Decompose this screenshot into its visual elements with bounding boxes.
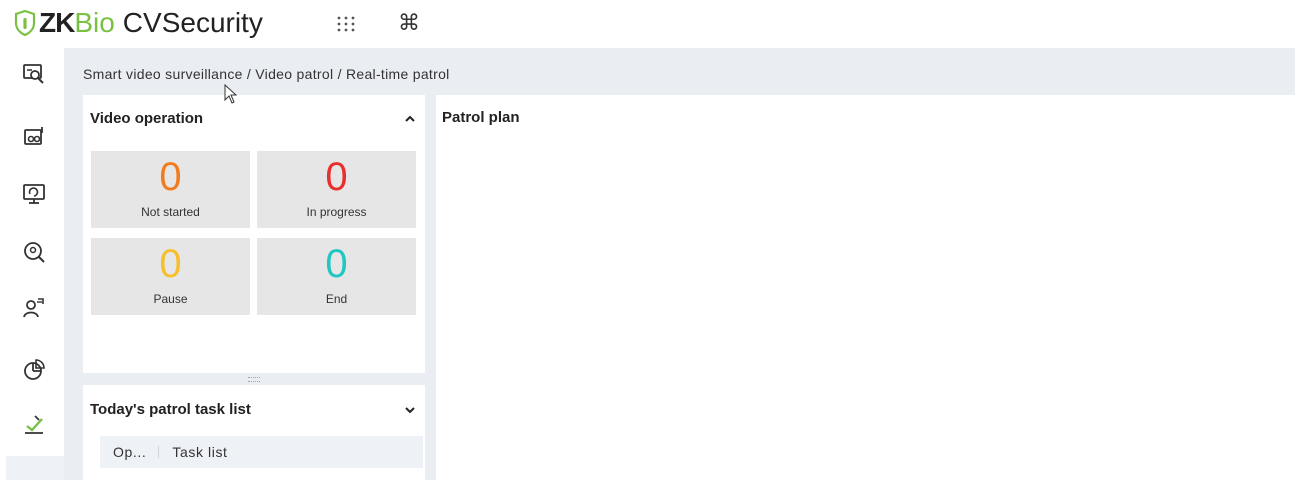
task-list-title: Today's patrol task list (90, 401, 251, 418)
stat-label: In progress (306, 205, 367, 219)
shield-logo-icon (14, 10, 36, 36)
breadcrumb-separator: / (242, 66, 256, 82)
stat-pause[interactable]: 0 Pause (91, 238, 250, 315)
mouse-cursor-icon (224, 84, 238, 104)
logo-product-text: CVSecurity (122, 7, 263, 38)
patrol-check-icon[interactable] (22, 412, 46, 436)
stat-not-started[interactable]: 0 Not started (91, 151, 250, 228)
stat-label: Pause (153, 292, 188, 306)
column-header-task-list[interactable]: Task list (159, 444, 227, 460)
stat-value: 0 (325, 155, 348, 199)
nav-selected-highlight (6, 456, 64, 480)
breadcrumb-separator: / (333, 66, 346, 82)
task-list-header: Op... Task list (100, 436, 423, 468)
main-content: Smart video surveillance / Video patrol … (64, 48, 1295, 480)
app-logo[interactable]: ZK Bio CVSecurity (14, 6, 263, 40)
breadcrumb-item-current: Real-time patrol (345, 66, 450, 82)
stat-end[interactable]: 0 End (257, 238, 416, 315)
breadcrumb-item[interactable]: Smart video surveillance (83, 66, 243, 82)
stat-label: Not started (141, 205, 200, 219)
monitor-refresh-icon[interactable] (22, 182, 46, 206)
breadcrumb: Smart video surveillance / Video patrol … (83, 66, 450, 82)
video-operation-panel: Video operation 0 Not started 0 In progr… (83, 95, 425, 373)
patrol-plan-panel: Patrol plan (436, 95, 1295, 480)
left-navigation (0, 48, 64, 480)
stat-value: 0 (159, 155, 182, 199)
person-tag-icon[interactable] (22, 296, 46, 320)
stat-in-progress[interactable]: 0 In progress (257, 151, 416, 228)
top-header: ZK Bio CVSecurity ⌘ (0, 0, 1295, 48)
stat-value: 0 (325, 242, 348, 286)
patrol-plan-title: Patrol plan (442, 109, 520, 126)
chevron-up-icon[interactable] (404, 113, 416, 125)
pie-chart-icon[interactable] (22, 358, 46, 382)
resize-grip-icon (248, 376, 260, 382)
face-search-icon[interactable] (22, 240, 46, 264)
logo-zk-text: ZK (39, 7, 75, 38)
patrol-task-list-panel: Today's patrol task list Op... Task list (83, 385, 425, 480)
stat-label: End (325, 292, 348, 306)
breadcrumb-item[interactable]: Video patrol (255, 66, 333, 82)
logo-bio-text: Bio (74, 7, 115, 38)
camera-device-icon[interactable] (22, 124, 46, 148)
video-search-icon[interactable] (22, 62, 46, 86)
grid-dots-icon[interactable] (334, 12, 358, 36)
column-header-operation[interactable]: Op... (100, 444, 146, 460)
command-icon[interactable]: ⌘ (398, 9, 420, 37)
panel-resize-handle[interactable] (84, 372, 424, 386)
video-operation-title: Video operation (90, 110, 204, 127)
chevron-down-icon[interactable] (404, 404, 416, 416)
stat-value: 0 (159, 242, 182, 286)
